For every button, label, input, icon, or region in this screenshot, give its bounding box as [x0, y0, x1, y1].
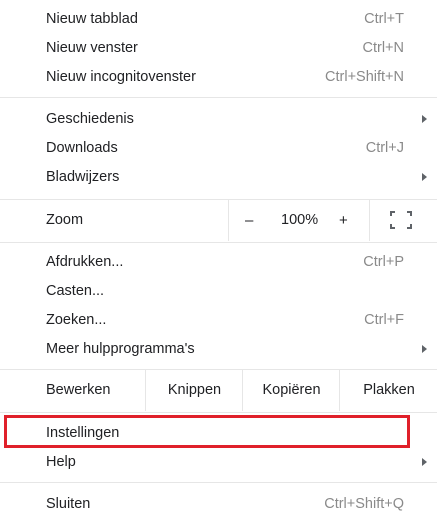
zoom-out-button[interactable]: – — [245, 200, 253, 241]
menu-item-exit[interactable]: Sluiten Ctrl+Shift+Q — [0, 490, 437, 519]
zoom-controls: – 100% + — [228, 200, 370, 241]
menu-item-new-tab[interactable]: Nieuw tabblad Ctrl+T — [0, 5, 437, 34]
menu-item-label: Afdrukken... — [46, 254, 124, 270]
menu-item-print[interactable]: Afdrukken... Ctrl+P — [0, 248, 437, 277]
menu-item-label: Nieuw incognitovenster — [46, 69, 196, 85]
zoom-label: Zoom — [46, 212, 84, 228]
menu-item-label: Sluiten — [46, 496, 91, 512]
chevron-right-icon — [422, 173, 427, 181]
menu-item-help[interactable]: Help — [0, 448, 437, 477]
shortcut-text: Ctrl+P — [363, 254, 404, 270]
menu-separator — [0, 412, 437, 413]
menu-item-find[interactable]: Zoeken... Ctrl+F — [0, 306, 437, 335]
zoom-level: 100% — [281, 212, 319, 228]
menu-item-downloads[interactable]: Downloads Ctrl+J — [0, 134, 437, 163]
cut-button[interactable]: Knippen — [145, 370, 243, 411]
edit-label: Bewerken — [46, 382, 111, 398]
menu-separator — [0, 482, 437, 483]
menu-item-label: Geschiedenis — [46, 111, 134, 127]
chevron-right-icon — [422, 458, 427, 466]
menu-separator — [0, 242, 437, 243]
menu-item-cast[interactable]: Casten... — [0, 277, 437, 306]
shortcut-text: Ctrl+F — [364, 312, 404, 328]
menu-item-label: Bladwijzers — [46, 169, 120, 185]
menu-item-label: Nieuw tabblad — [46, 11, 138, 27]
menu-item-new-incognito[interactable]: Nieuw incognitovenster Ctrl+Shift+N — [0, 63, 437, 92]
shortcut-text: Ctrl+N — [362, 40, 405, 56]
shortcut-text: Ctrl+J — [365, 140, 404, 156]
shortcut-text: Ctrl+Shift+N — [325, 69, 404, 85]
edit-row: Bewerken Knippen Kopiëren Plakken — [0, 370, 437, 411]
fullscreen-icon[interactable] — [389, 210, 413, 230]
menu-separator — [0, 97, 437, 98]
menu-item-label: Instellingen — [46, 425, 120, 441]
zoom-in-button[interactable]: + — [339, 200, 348, 241]
chevron-right-icon — [422, 115, 427, 123]
menu-item-label: Meer hulpprogramma's — [46, 341, 195, 357]
menu-item-bookmarks[interactable]: Bladwijzers — [0, 163, 437, 192]
menu-item-label: Casten... — [46, 283, 105, 299]
menu-item-label: Downloads — [46, 140, 118, 156]
shortcut-text: Ctrl+T — [364, 11, 404, 27]
menu-item-label: Zoeken... — [46, 312, 107, 328]
menu-item-history[interactable]: Geschiedenis — [0, 105, 437, 134]
menu-item-more-tools[interactable]: Meer hulpprogramma's — [0, 335, 437, 364]
menu-item-settings[interactable]: Instellingen — [0, 419, 437, 448]
menu-item-label: Help — [46, 454, 76, 470]
shortcut-text: Ctrl+Shift+Q — [324, 496, 404, 512]
chevron-right-icon — [422, 345, 427, 353]
paste-button[interactable]: Plakken — [339, 370, 437, 411]
menu-item-label: Nieuw venster — [46, 40, 138, 56]
zoom-row: Zoom – 100% + — [0, 200, 437, 241]
copy-button[interactable]: Kopiëren — [242, 370, 340, 411]
menu-item-new-window[interactable]: Nieuw venster Ctrl+N — [0, 34, 437, 63]
chrome-menu: Nieuw tabblad Ctrl+T Nieuw venster Ctrl+… — [0, 0, 437, 521]
